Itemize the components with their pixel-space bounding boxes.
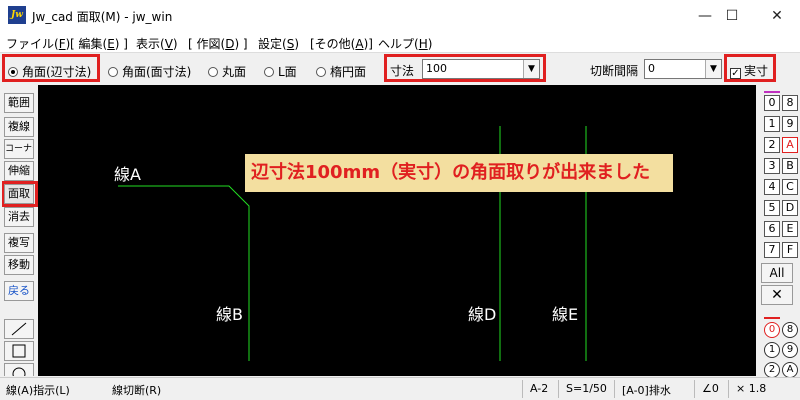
status-right-instruction: 線切断(R)	[112, 384, 162, 397]
layer-d[interactable]: D	[782, 200, 798, 216]
layer-5[interactable]: 5	[764, 200, 780, 216]
tool-undo[interactable]: 戻る	[4, 281, 34, 301]
layer-a[interactable]: A	[782, 137, 798, 153]
tool-copy[interactable]: 複写	[4, 233, 34, 253]
layer-0[interactable]: 0	[764, 95, 780, 111]
dimension-combo[interactable]: 100 ▼	[422, 59, 540, 79]
radio-icon	[264, 67, 274, 77]
line-icon	[11, 322, 27, 336]
tool-corner[interactable]: コーナー	[4, 139, 34, 159]
option-bar: 角面(辺寸法) 角面(面寸法) 丸面 L面 楕円面 寸法 100 ▼ 切断間隔 …	[0, 52, 800, 84]
status-left-instruction: 線(A)指示(L)	[6, 384, 70, 397]
group-9[interactable]: 9	[782, 342, 798, 358]
layer-e[interactable]: E	[782, 221, 798, 237]
radio-selected-icon	[8, 67, 18, 77]
rectangle-icon	[12, 344, 26, 358]
layer-7[interactable]: 7	[764, 242, 780, 258]
status-separator	[522, 380, 523, 398]
tool-rectangle[interactable]	[4, 341, 34, 361]
cut-interval-value: 0	[648, 62, 655, 75]
layer-all-button[interactable]: All	[761, 263, 793, 283]
menu-edit[interactable]: [ 編集(E) ]	[70, 35, 128, 52]
group-active-marker	[764, 317, 780, 319]
status-layer[interactable]: A-2	[530, 382, 548, 395]
status-angle[interactable]: ∠0	[702, 382, 719, 395]
checkbox-checked-icon: ✓	[730, 68, 741, 79]
tool-range[interactable]: 範囲	[4, 93, 34, 113]
layer-panel: 0 8 1 9 2 A 3 B 4 C 5 D 6 E 7 F All ✕ 0 …	[756, 85, 800, 378]
tool-erase[interactable]: 消去	[4, 207, 34, 227]
status-group[interactable]: [A-0]排水	[622, 382, 671, 398]
cad-drawing	[118, 126, 587, 361]
title-bar: Jw Jw_cad 面取(M) - jw_win — ☐ ✕	[0, 0, 800, 32]
dropdown-arrow-icon[interactable]: ▼	[523, 60, 539, 78]
tool-parallel-line[interactable]: 複線	[4, 117, 34, 137]
status-scale[interactable]: S=1/50	[566, 382, 607, 395]
dimension-value: 100	[426, 62, 447, 75]
maximize-button[interactable]: ☐	[712, 0, 752, 32]
menu-file[interactable]: ファイル(F)	[6, 35, 70, 52]
label-line-b: 線B	[216, 305, 243, 324]
layer-f[interactable]: F	[782, 242, 798, 258]
radio-chamfer-side[interactable]: 角面(辺寸法)	[8, 63, 91, 80]
radio-chamfer-face[interactable]: 角面(面寸法)	[108, 63, 191, 80]
label-line-a: 線A	[114, 165, 141, 184]
group-1[interactable]: 1	[764, 342, 780, 358]
tool-circle[interactable]	[4, 363, 34, 376]
status-factor[interactable]: × 1.8	[736, 382, 766, 395]
tool-stretch[interactable]: 伸縮	[4, 161, 34, 181]
layer-6[interactable]: 6	[764, 221, 780, 237]
radio-icon	[108, 67, 118, 77]
radio-icon	[208, 67, 218, 77]
radio-l-face[interactable]: L面	[264, 63, 297, 80]
real-size-checkbox[interactable]: ✓ 実寸	[730, 62, 768, 79]
dimension-label: 寸法	[390, 64, 415, 78]
status-separator	[728, 380, 729, 398]
status-separator	[694, 380, 695, 398]
tool-move[interactable]: 移動	[4, 255, 34, 275]
menu-help[interactable]: ヘルプ(H)	[378, 35, 432, 52]
tool-line[interactable]	[4, 319, 34, 339]
menu-draw[interactable]: [ 作図(D) ]	[188, 35, 248, 52]
window-title: Jw_cad 面取(M) - jw_win	[32, 10, 173, 24]
group-2[interactable]: 2	[764, 362, 780, 378]
circle-icon	[12, 367, 26, 376]
layer-3[interactable]: 3	[764, 158, 780, 174]
menu-view[interactable]: 表示(V)	[136, 35, 178, 52]
layer-1[interactable]: 1	[764, 116, 780, 132]
layer-cross-icon[interactable]: ✕	[761, 285, 793, 305]
layer-9[interactable]: 9	[782, 116, 798, 132]
close-button[interactable]: ✕	[754, 0, 800, 32]
tool-chamfer[interactable]: 面取	[4, 184, 34, 204]
result-banner: 辺寸法100mm（実寸）の角面取りが出来ました	[245, 154, 673, 192]
group-a[interactable]: A	[782, 362, 798, 378]
left-toolbar: 範囲 複線 コーナー 伸縮 面取 消去 複写 移動 戻る	[0, 85, 38, 376]
radio-ellipse[interactable]: 楕円面	[316, 63, 366, 80]
group-0[interactable]: 0	[764, 322, 780, 338]
radio-icon	[316, 67, 326, 77]
layer-b[interactable]: B	[782, 158, 798, 174]
menu-other[interactable]: [その他(A)]	[310, 35, 373, 52]
layer-2[interactable]: 2	[764, 137, 780, 153]
status-separator	[558, 380, 559, 398]
dropdown-arrow-icon[interactable]: ▼	[705, 60, 721, 78]
label-line-e: 線E	[552, 305, 579, 324]
menu-settings[interactable]: 設定(S)	[258, 35, 299, 52]
status-separator	[614, 380, 615, 398]
layer-4[interactable]: 4	[764, 179, 780, 195]
line-a-chamfered[interactable]	[118, 185, 250, 361]
app-icon: Jw	[8, 6, 26, 24]
layer-active-marker	[764, 91, 780, 93]
menu-bar: ファイル(F) [ 編集(E) ] 表示(V) [ 作図(D) ] 設定(S) …	[0, 32, 800, 52]
radio-round[interactable]: 丸面	[208, 63, 246, 80]
label-line-d: 線D	[468, 305, 497, 324]
drawing-canvas[interactable]: 線A 線B 線D 線E 辺寸法100mm（実寸）の角面取りが出来ました	[38, 85, 756, 376]
layer-8[interactable]: 8	[782, 95, 798, 111]
group-8[interactable]: 8	[782, 322, 798, 338]
cut-interval-label: 切断間隔	[590, 64, 639, 78]
status-bar: 線(A)指示(L) 線切断(R) A-2 S=1/50 [A-0]排水 ∠0 ×…	[0, 377, 800, 400]
layer-c[interactable]: C	[782, 179, 798, 195]
cut-interval-combo[interactable]: 0 ▼	[644, 59, 722, 79]
